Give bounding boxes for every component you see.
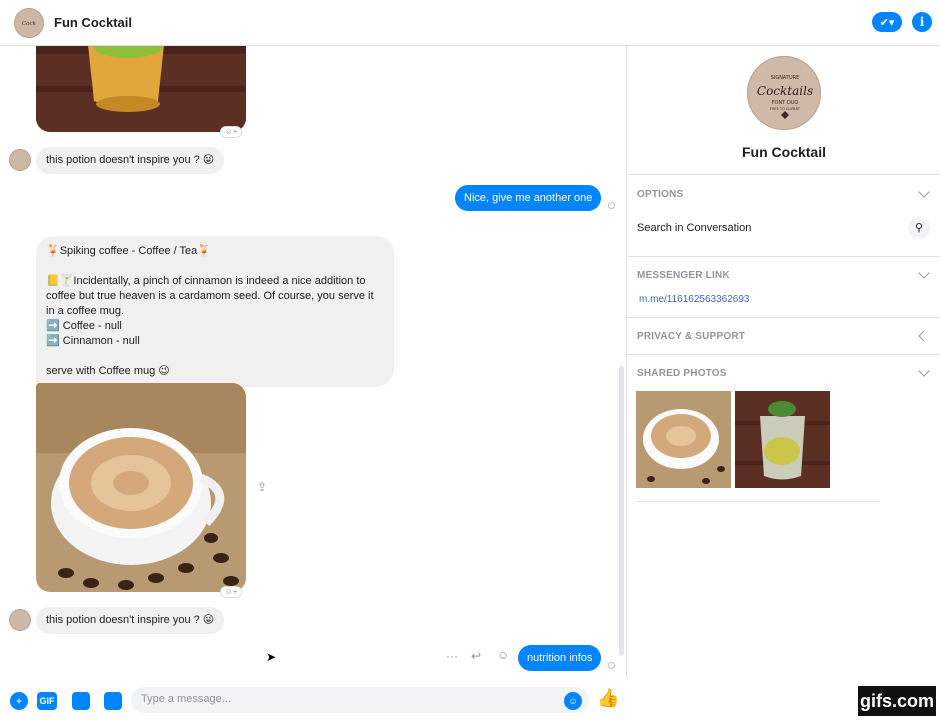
- avatar: [9, 609, 31, 631]
- profile-name: Fun Cocktail: [741, 144, 826, 160]
- scrollbar[interactable]: [619, 366, 624, 656]
- checkmark-icon: ✔▾: [879, 16, 895, 29]
- shared-photo-coffee[interactable]: [636, 391, 731, 488]
- recipe-ingredient: ➡️ Coffee - null: [46, 320, 122, 332]
- options-section[interactable]: OPTIONS Search in Conversation ⚲: [628, 174, 940, 256]
- outgoing-message[interactable]: nutrition infos: [518, 645, 602, 671]
- recipe-serve: serve with Coffee mug 😉: [46, 365, 170, 377]
- share-icon[interactable]: ⇪: [257, 480, 267, 494]
- shared-photos-header[interactable]: SHARED PHOTOS: [637, 368, 727, 379]
- shared-photos-section: SHARED PHOTOS: [628, 354, 940, 502]
- composer: + GIF Type a message... ☺ 👍: [0, 676, 627, 720]
- avatar[interactable]: Cock: [14, 7, 44, 38]
- cocktail-photo[interactable]: [36, 46, 246, 132]
- search-in-conversation[interactable]: Search in Conversation: [637, 222, 751, 234]
- logo-text: FONT DUO: [772, 100, 799, 106]
- message-list[interactable]: ☺+ this potion doesn't inspire you ? 😜 N…: [0, 46, 627, 676]
- privacy-section[interactable]: PRIVACY & SUPPORT: [628, 317, 940, 354]
- photo-icon[interactable]: [104, 692, 122, 710]
- shared-photo-cocktail[interactable]: [735, 391, 830, 488]
- sticker-icon[interactable]: [72, 692, 90, 710]
- recipe-text: in a coffee mug.: [46, 305, 125, 317]
- info-button[interactable]: i: [912, 12, 932, 32]
- react-button[interactable]: ☺+: [220, 586, 242, 598]
- incoming-message[interactable]: this potion doesn't inspire you ? 😜: [36, 607, 225, 634]
- reply-icon[interactable]: ↩: [471, 649, 481, 663]
- recipe-text: 📒🍸Incidentally, a pinch of cinnamon is i…: [46, 275, 366, 287]
- recipe-text: coffee but true heaven is a cardamom see…: [46, 290, 374, 302]
- svg-text:Cock: Cock: [22, 20, 37, 26]
- more-options-icon[interactable]: ···: [446, 649, 458, 663]
- seen-indicator: [608, 662, 615, 669]
- conversation-header: Cock Fun Cocktail ✔▾ i: [0, 0, 940, 46]
- divider: [636, 501, 880, 502]
- privacy-header[interactable]: PRIVACY & SUPPORT: [637, 331, 745, 342]
- react-button[interactable]: ☺+: [220, 126, 242, 138]
- profile-logo: SIGNATURE Cocktails FONT DUO FREE TO CLI…: [747, 56, 821, 130]
- info-icon: i: [919, 15, 925, 29]
- avatar: [9, 149, 31, 171]
- add-icon[interactable]: +: [10, 692, 28, 710]
- messenger-link-section: MESSENGER LINK m.me/116162563362693: [628, 256, 940, 317]
- messenger-link-header[interactable]: MESSENGER LINK: [637, 270, 730, 281]
- page-title: Fun Cocktail: [54, 15, 133, 30]
- logo-text: SIGNATURE: [771, 75, 800, 81]
- emoji-icon[interactable]: ☺: [564, 692, 582, 710]
- mark-done-button[interactable]: ✔▾: [872, 12, 902, 32]
- chevron-left-icon[interactable]: [918, 330, 930, 342]
- like-icon[interactable]: 👍: [597, 688, 619, 709]
- gif-button[interactable]: GIF: [37, 692, 57, 710]
- recipe-ingredient: ➡️ Cinnamon - null: [46, 335, 140, 347]
- logo-text: FREE TO CLIPART: [770, 107, 801, 111]
- messenger-link[interactable]: m.me/116162563362693: [639, 294, 749, 305]
- mouse-cursor-icon: ➤: [266, 650, 277, 664]
- react-icon[interactable]: ☺: [497, 648, 509, 662]
- details-sidebar: SIGNATURE Cocktails FONT DUO FREE TO CLI…: [628, 46, 940, 720]
- recipe-message[interactable]: 🍹Spiking coffee - Coffee / Tea🍹 📒🍸Incide…: [36, 236, 394, 387]
- watermark: gifs.com: [858, 686, 936, 716]
- chevron-down-icon[interactable]: [918, 186, 930, 198]
- seen-indicator: [608, 202, 615, 209]
- incoming-message[interactable]: this potion doesn't inspire you ? 😜: [36, 147, 225, 174]
- outgoing-message[interactable]: Nice, give me another one: [455, 185, 602, 211]
- chevron-down-icon[interactable]: [918, 267, 930, 279]
- search-icon[interactable]: ⚲: [908, 217, 930, 239]
- options-header[interactable]: OPTIONS: [637, 189, 683, 200]
- chevron-down-icon[interactable]: [918, 365, 930, 377]
- coffee-photo[interactable]: [36, 383, 246, 592]
- logo-text: Cocktails: [757, 84, 813, 98]
- recipe-title: 🍹Spiking coffee - Coffee / Tea🍹: [46, 245, 211, 257]
- message-input[interactable]: Type a message...: [131, 687, 589, 713]
